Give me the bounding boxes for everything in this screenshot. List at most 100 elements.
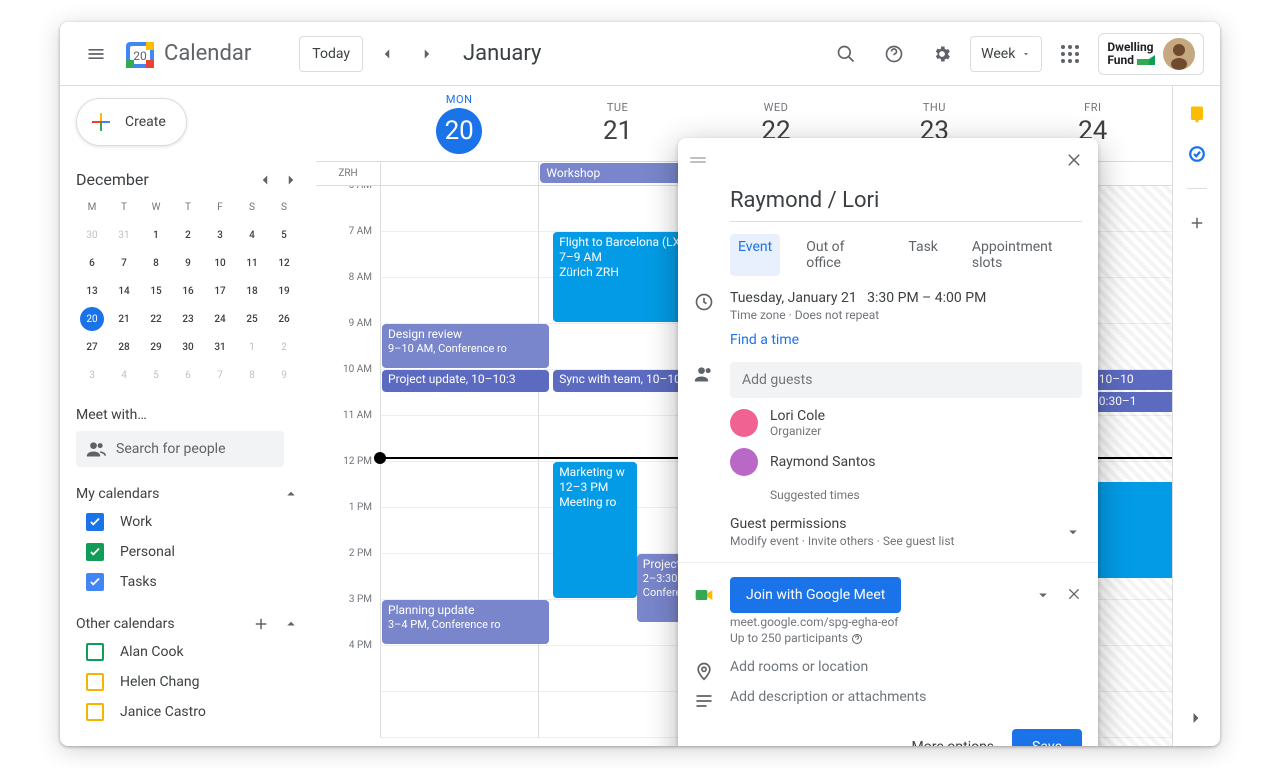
event-project-update[interactable]: Project update, 10–10:3 xyxy=(382,370,549,392)
hour-cell[interactable] xyxy=(380,186,538,232)
minimonth-day[interactable]: 9 xyxy=(268,361,300,389)
hour-cell[interactable] xyxy=(538,324,696,370)
allday-event-workshop[interactable]: Workshop xyxy=(540,163,695,183)
help-icon[interactable] xyxy=(851,633,863,645)
chevron-down-icon[interactable] xyxy=(1034,586,1052,604)
calendar-item[interactable]: Personal xyxy=(76,537,316,567)
event-fri-block[interactable] xyxy=(1095,482,1172,578)
checkbox-icon[interactable] xyxy=(86,673,104,691)
event-datetime[interactable]: Tuesday, January 21 3:30 PM – 4:00 PM xyxy=(730,290,986,306)
rail-toggle[interactable] xyxy=(1178,700,1214,736)
minimonth-day[interactable]: 28 xyxy=(108,333,140,361)
checkbox-icon[interactable] xyxy=(86,543,104,561)
tab-task[interactable]: Task xyxy=(900,234,946,276)
today-button[interactable]: Today xyxy=(299,36,363,72)
guest-permissions[interactable]: Guest permissions Modify event · Invite … xyxy=(730,516,1082,548)
minimonth-day[interactable]: 11 xyxy=(236,249,268,277)
hour-cell[interactable] xyxy=(380,554,538,600)
minimonth-day[interactable]: 3 xyxy=(76,361,108,389)
calendar-item[interactable]: Work xyxy=(76,507,316,537)
minimonth-day[interactable]: 9 xyxy=(172,249,204,277)
minimonth-day[interactable]: 4 xyxy=(108,361,140,389)
minimonth-day[interactable]: 5 xyxy=(268,221,300,249)
minimonth-day[interactable]: 10 xyxy=(204,249,236,277)
hour-cell[interactable] xyxy=(380,692,538,738)
minimonth-day[interactable]: 17 xyxy=(204,277,236,305)
minimonth-day[interactable]: 14 xyxy=(108,277,140,305)
hour-cell[interactable] xyxy=(538,416,696,462)
dialog-close-button[interactable] xyxy=(1058,144,1090,176)
drag-handle[interactable] xyxy=(686,157,710,163)
save-button[interactable]: Save xyxy=(1012,729,1082,746)
event-planning-update[interactable]: Planning update 3–4 PM, Conference ro xyxy=(382,600,549,644)
minimonth-day[interactable]: 16 xyxy=(172,277,204,305)
add-guests-input[interactable] xyxy=(730,362,1082,398)
minimonth-day[interactable]: 7 xyxy=(108,249,140,277)
guest-item[interactable]: Raymond Santos xyxy=(730,448,1082,476)
event-tz-repeat[interactable]: Time zone · Does not repeat xyxy=(730,308,986,322)
search-people-input[interactable]: Search for people xyxy=(76,431,284,467)
minimonth-day[interactable]: 2 xyxy=(268,333,300,361)
hour-cell[interactable] xyxy=(380,278,538,324)
minimonth-day[interactable]: 18 xyxy=(236,277,268,305)
help-button[interactable] xyxy=(874,34,914,74)
minimonth-next[interactable] xyxy=(282,171,300,189)
day-header-mon[interactable]: MON20 xyxy=(380,86,538,161)
description-placeholder[interactable]: Add description or attachments xyxy=(730,689,926,705)
event-design-review[interactable]: Design review 9–10 AM, Conference ro xyxy=(382,324,549,368)
tab-ooo[interactable]: Out of office xyxy=(798,234,882,276)
profile-avatar[interactable] xyxy=(1163,38,1195,70)
minimonth-day[interactable]: 5 xyxy=(140,361,172,389)
minimonth-day[interactable]: 20 xyxy=(80,307,104,331)
prev-button[interactable] xyxy=(371,38,403,70)
minimonth-day[interactable]: 19 xyxy=(268,277,300,305)
apps-button[interactable] xyxy=(1050,34,1090,74)
close-icon[interactable] xyxy=(1066,586,1082,602)
checkbox-icon[interactable] xyxy=(86,643,104,661)
minimonth-day[interactable]: 30 xyxy=(172,333,204,361)
calendar-item[interactable]: Tasks xyxy=(76,567,316,597)
minimonth-day[interactable]: 26 xyxy=(268,305,300,333)
next-button[interactable] xyxy=(411,38,443,70)
minimonth-day[interactable]: 1 xyxy=(236,333,268,361)
checkbox-icon[interactable] xyxy=(86,703,104,721)
hour-cell[interactable] xyxy=(538,646,696,692)
add-addon-icon[interactable] xyxy=(1187,213,1207,233)
hour-cell[interactable] xyxy=(538,186,696,232)
minimonth-day[interactable]: 27 xyxy=(76,333,108,361)
create-button[interactable]: Create xyxy=(76,98,187,146)
search-button[interactable] xyxy=(826,34,866,74)
event-fri-2[interactable]: 0:30–1 xyxy=(1095,392,1172,412)
minimonth-day[interactable]: 13 xyxy=(76,277,108,305)
minimonth-day[interactable]: 12 xyxy=(268,249,300,277)
view-selector[interactable]: Week xyxy=(970,36,1042,72)
minimonth-day[interactable]: 21 xyxy=(108,305,140,333)
hour-cell[interactable] xyxy=(538,692,696,738)
keep-icon[interactable] xyxy=(1187,104,1207,124)
minimonth-day[interactable]: 22 xyxy=(140,305,172,333)
settings-button[interactable] xyxy=(922,34,962,74)
location-placeholder[interactable]: Add rooms or location xyxy=(730,659,868,675)
minimonth-day[interactable]: 7 xyxy=(204,361,236,389)
tab-appointment[interactable]: Appointment slots xyxy=(964,234,1082,276)
minimonth-day[interactable]: 8 xyxy=(140,249,172,277)
plus-icon[interactable] xyxy=(252,615,270,633)
minimonth-day[interactable]: 2 xyxy=(172,221,204,249)
hour-cell[interactable] xyxy=(380,508,538,554)
hour-cell[interactable] xyxy=(380,232,538,278)
tasks-icon[interactable] xyxy=(1187,144,1207,164)
more-options-button[interactable]: More options xyxy=(912,739,995,746)
day-header-tue[interactable]: TUE21 xyxy=(538,86,696,161)
minimonth-day[interactable]: 31 xyxy=(204,333,236,361)
minimonth-day[interactable]: 23 xyxy=(172,305,204,333)
guest-item[interactable]: Lori ColeOrganizer xyxy=(730,408,1082,438)
calendar-item[interactable]: Janice Castro xyxy=(76,697,316,727)
minimonth-day[interactable]: 6 xyxy=(172,361,204,389)
join-meet-button[interactable]: Join with Google Meet xyxy=(730,577,901,613)
minimonth-day[interactable]: 24 xyxy=(204,305,236,333)
other-calendars-header[interactable]: Other calendars xyxy=(76,615,316,633)
hour-cell[interactable] xyxy=(380,646,538,692)
tab-event[interactable]: Event xyxy=(730,234,780,276)
minimonth-day[interactable]: 25 xyxy=(236,305,268,333)
minimonth-day[interactable]: 4 xyxy=(236,221,268,249)
